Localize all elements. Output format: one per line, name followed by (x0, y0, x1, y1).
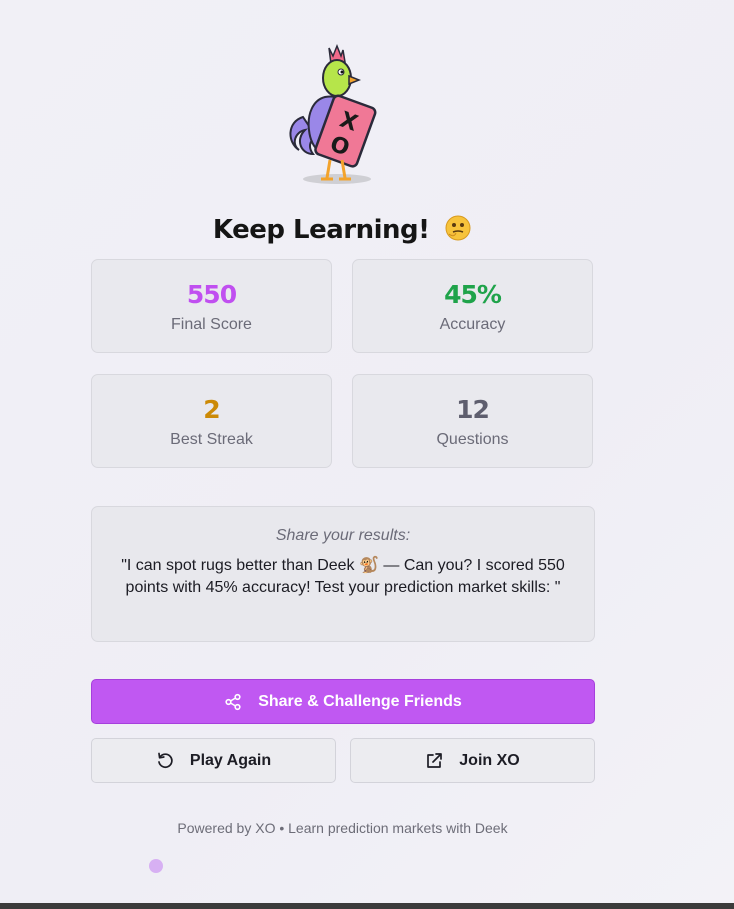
questions-label: Questions (436, 431, 509, 448)
external-link-icon (427, 752, 443, 768)
share-challenge-button[interactable]: Share & Challenge Friends (91, 679, 595, 724)
share-results-box: Share your results: "I can spot rugs bet… (91, 506, 595, 642)
share-message: "I can spot rugs better than Deek 🐒 — Ca… (121, 557, 565, 596)
stat-card-final-score: 550 Final Score (91, 259, 332, 353)
questions-value: 12 (456, 395, 490, 424)
restart-icon (158, 752, 173, 768)
accuracy-label: Accuracy (439, 316, 506, 333)
rooster-mascot-image: X O (289, 43, 377, 184)
footer-text: Powered by XO • Learn prediction markets… (177, 820, 508, 836)
share-results-heading: Share your results: (275, 527, 411, 544)
stat-card-questions: 12 Questions (352, 374, 593, 468)
stat-card-accuracy: 45% Accuracy (352, 259, 593, 353)
join-xo-button[interactable]: Join XO (350, 738, 595, 783)
decorative-dot (149, 859, 163, 873)
share-challenge-label: Share & Challenge Friends (258, 692, 462, 710)
result-title-text: Keep Learning! (212, 215, 430, 245)
accuracy-value: 45% (444, 280, 502, 309)
thinking-face-icon (445, 215, 471, 241)
final-score-label: Final Score (171, 316, 252, 333)
best-streak-value: 2 (203, 395, 220, 424)
play-again-label: Play Again (189, 751, 272, 769)
stat-card-best-streak: 2 Best Streak (91, 374, 332, 468)
bottom-bar (0, 903, 734, 909)
result-title: Keep Learning! (0, 214, 685, 245)
play-again-button[interactable]: Play Again (91, 738, 336, 783)
join-xo-label: Join XO (459, 751, 520, 769)
share-icon (225, 693, 241, 710)
final-score-value: 550 (186, 280, 237, 309)
best-streak-label: Best Streak (170, 431, 253, 448)
